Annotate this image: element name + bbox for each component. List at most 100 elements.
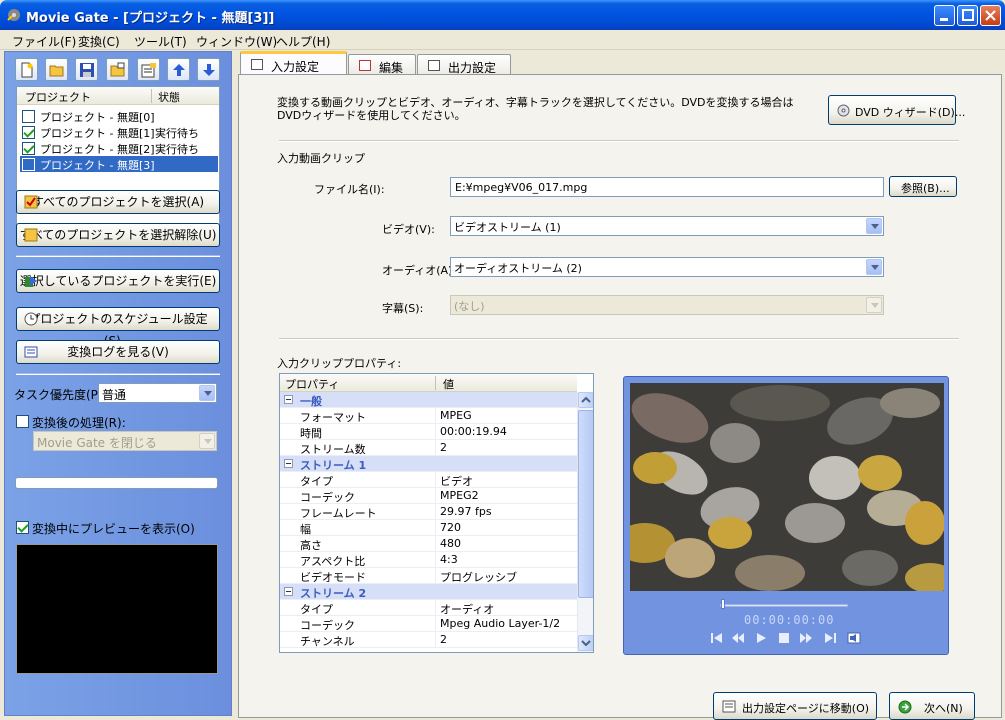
goto-output-button[interactable]: 出力設定ページに移動(O): [713, 692, 877, 720]
maximize-button[interactable]: [957, 5, 978, 26]
property-row[interactable]: タイプ オーディオ: [280, 600, 577, 616]
project-row-selected[interactable]: プロジェクト - 無題[3]: [20, 156, 218, 172]
column-divider: [435, 552, 436, 568]
property-group-row[interactable]: ストリーム 2: [280, 584, 577, 600]
collapse-toggle-icon[interactable]: [284, 395, 293, 404]
properties-button[interactable]: [137, 58, 160, 81]
chevron-down-icon[interactable]: [199, 433, 215, 449]
input-settings-icon: [251, 59, 263, 70]
audio-stream-select[interactable]: オーディオストリーム (2): [450, 257, 884, 277]
project-row[interactable]: プロジェクト - 無題[1] 実行待ち: [20, 124, 218, 140]
subtitle-value: (なし): [454, 300, 485, 313]
project-checkbox[interactable]: [22, 158, 35, 171]
property-name: フレームレート: [300, 507, 377, 520]
move-down-button[interactable]: [197, 58, 220, 81]
collapse-toggle-icon[interactable]: [284, 587, 293, 596]
tab-input-settings[interactable]: 入力設定: [240, 51, 347, 75]
deselect-all-label: すべてのプロジェクトを選択解除(U): [19, 228, 217, 242]
save-project-button[interactable]: [75, 58, 98, 81]
dvd-wizard-button[interactable]: DVD ウィザード(D)...: [828, 95, 965, 125]
menu-window[interactable]: ウィンドウ(W): [196, 33, 277, 50]
property-value: MPEG2: [440, 489, 479, 502]
seek-handle[interactable]: [721, 599, 725, 609]
maximize-icon: [962, 9, 974, 21]
property-row[interactable]: フレームレート 29.97 fps: [280, 504, 577, 520]
audio-stream-value: オーディオストリーム (2): [454, 262, 582, 275]
menu-tools[interactable]: ツール(T): [134, 33, 187, 50]
property-row[interactable]: チャンネル 2: [280, 632, 577, 648]
subtitle-select[interactable]: (なし): [450, 295, 884, 315]
project-row[interactable]: プロジェクト - 無題[0]: [20, 108, 218, 124]
property-row[interactable]: コーデック Mpeg Audio Layer-1/2: [280, 616, 577, 632]
chevron-down-icon[interactable]: [199, 385, 215, 401]
video-stream-select[interactable]: ビデオストリーム (1): [450, 216, 884, 236]
project-checkbox[interactable]: [22, 142, 35, 155]
property-row[interactable]: コーデック MPEG2: [280, 488, 577, 504]
after-process-checkbox[interactable]: [16, 415, 29, 428]
open-project-button[interactable]: [45, 58, 68, 81]
project-row[interactable]: プロジェクト - 無題[2] 実行待ち: [20, 140, 218, 156]
properties-scrollbar[interactable]: [577, 392, 593, 652]
schedule-button[interactable]: プロジェクトのスケジュール設定(S)...: [16, 307, 220, 348]
select-all-button[interactable]: すべてのプロジェクトを選択(A): [16, 190, 220, 214]
project-checkbox[interactable]: [22, 126, 35, 139]
folder-open-icon: [49, 65, 64, 77]
deselect-all-button[interactable]: すべてのプロジェクトを選択解除(U): [16, 223, 220, 247]
chevron-down-icon[interactable]: [866, 297, 882, 313]
property-row[interactable]: フォーマット MPEG: [280, 408, 577, 424]
rewind-icon[interactable]: [731, 631, 745, 645]
run-selected-button[interactable]: 選択しているプロジェクトを実行(E): [16, 269, 220, 293]
skip-forward-icon[interactable]: [823, 631, 837, 645]
view-log-button[interactable]: 変換ログを見る(V): [16, 340, 220, 364]
seek-bar[interactable]: [720, 604, 848, 607]
column-property[interactable]: プロパティ: [285, 376, 339, 392]
browse-button[interactable]: 参照(B)...: [889, 176, 957, 197]
play-icon[interactable]: [754, 631, 768, 645]
filename-field[interactable]: E:¥mpeg¥V06_017.mpg: [450, 177, 884, 197]
clip-properties-grid[interactable]: プロパティ 値 一般 フォーマット MPEG 時間 00:00:19.94 ストリーム数 2…: [279, 373, 594, 653]
skip-back-icon[interactable]: [710, 631, 724, 645]
menu-help[interactable]: ヘルプ(H): [276, 33, 330, 50]
task-priority-select[interactable]: 普通: [98, 383, 217, 403]
column-status[interactable]: 状態: [158, 89, 180, 105]
menu-file[interactable]: ファイル(F): [12, 33, 76, 50]
next-button[interactable]: 次へ(N): [889, 692, 975, 720]
open-folder-button[interactable]: [106, 58, 129, 81]
property-row[interactable]: 幅 720: [280, 520, 577, 536]
column-value[interactable]: 値: [443, 376, 454, 392]
after-process-select[interactable]: Movie Gate を閉じる: [33, 431, 217, 451]
stop-icon[interactable]: [777, 631, 791, 645]
divider: [16, 373, 220, 375]
chevron-down-icon[interactable]: [866, 218, 882, 234]
column-project[interactable]: プロジェクト: [25, 89, 91, 105]
task-priority-label: タスク優先度(P):: [14, 388, 107, 402]
scroll-up-button[interactable]: [578, 392, 593, 408]
volume-icon[interactable]: [847, 631, 861, 645]
property-row[interactable]: 時間 00:00:19.94: [280, 424, 577, 440]
scroll-down-button[interactable]: [578, 635, 593, 651]
main-panel: 入力設定 編集 出力設定 変換する動画クリップとビデオ、オーディオ、字幕トラック…: [236, 51, 1005, 720]
chevron-down-icon[interactable]: [866, 259, 882, 275]
tab-edit[interactable]: 編集: [348, 54, 416, 75]
minimize-button[interactable]: [934, 5, 955, 26]
filename-label: ファイル名(I):: [314, 183, 385, 196]
property-group-row[interactable]: ストリーム 1: [280, 456, 577, 472]
move-up-button[interactable]: [167, 58, 190, 81]
tab-output-settings[interactable]: 出力設定: [417, 54, 511, 75]
property-group-row[interactable]: 一般: [280, 392, 577, 408]
property-row[interactable]: 高さ 480: [280, 536, 577, 552]
fast-forward-icon[interactable]: [799, 631, 813, 645]
property-row[interactable]: アスペクト比 4:3: [280, 552, 577, 568]
collapse-toggle-icon[interactable]: [284, 459, 293, 468]
property-row[interactable]: ストリーム数 2: [280, 440, 577, 456]
close-button[interactable]: [980, 5, 1001, 26]
property-row[interactable]: ビデオモード プログレッシブ: [280, 568, 577, 584]
preview-checkbox[interactable]: [16, 521, 29, 534]
property-row[interactable]: タイプ ビデオ: [280, 472, 577, 488]
project-checkbox[interactable]: [22, 110, 35, 123]
property-name: アスペクト比: [300, 555, 366, 568]
task-priority-value: 普通: [102, 388, 127, 402]
new-project-button[interactable]: [15, 58, 38, 81]
menu-convert[interactable]: 変換(C): [78, 33, 120, 50]
scroll-thumb[interactable]: [578, 410, 593, 598]
